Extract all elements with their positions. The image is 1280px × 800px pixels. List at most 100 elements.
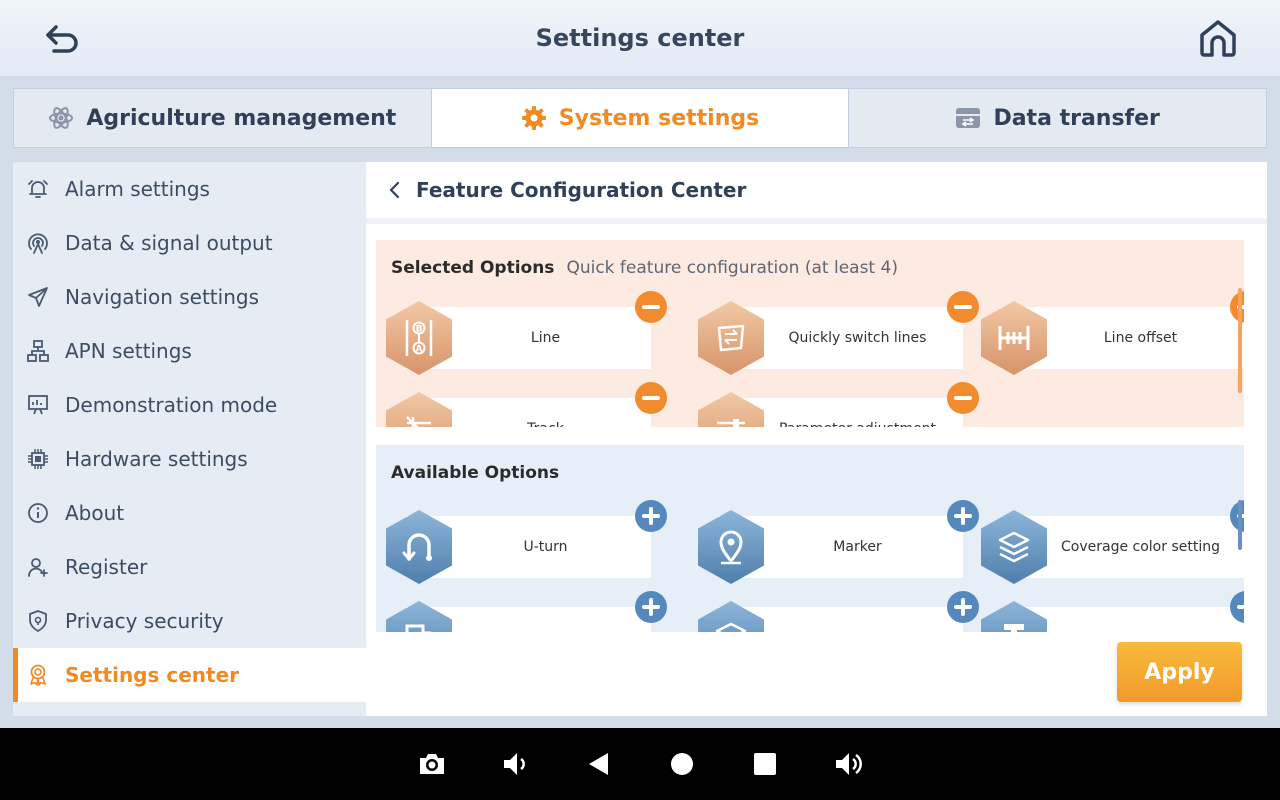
tool-icon: [981, 601, 1047, 632]
available-options-scrollbar[interactable]: [1238, 500, 1242, 550]
sidebar-item-label: Privacy security: [65, 609, 224, 633]
bell-icon: [23, 174, 53, 204]
user-add-icon: [23, 552, 53, 582]
sidebar-item-alarm-settings[interactable]: Alarm settings: [13, 162, 366, 216]
selected-options-panel[interactable]: Selected Options Quick feature configurat…: [376, 240, 1244, 427]
system-navigation-bar: [0, 728, 1280, 800]
sidebar-item-label: Settings center: [65, 663, 240, 687]
available-options-title: Available Options: [391, 463, 560, 483]
presentation-icon: [23, 390, 53, 420]
send-icon: [23, 282, 53, 312]
remove-option-button[interactable]: [635, 291, 667, 323]
minus-icon: [642, 305, 660, 309]
available-option-coverage-color-setting[interactable]: Coverage color setting: [981, 500, 1244, 584]
sidebar-item-hardware-settings[interactable]: Hardware settings: [13, 432, 366, 486]
volume-down-button[interactable]: [497, 746, 533, 782]
content-area: Feature Configuration Center Selected Op…: [366, 162, 1267, 716]
selected-options-scrollbar[interactable]: [1238, 288, 1242, 393]
plus-icon: [642, 598, 660, 616]
available-option-4[interactable]: [386, 591, 667, 632]
sidebar-item-label: Data & signal output: [65, 231, 273, 255]
minus-icon: [954, 305, 972, 309]
sidebar-item-register[interactable]: Register: [13, 540, 366, 594]
tab-system-settings[interactable]: System settings: [431, 89, 850, 147]
tab-data-transfer[interactable]: Data transfer: [849, 89, 1266, 147]
atom-icon: [49, 107, 74, 129]
sidebar-item-label: APN settings: [65, 339, 192, 363]
available-options-heading: Available Options: [391, 463, 571, 483]
plus-icon: [954, 507, 972, 525]
info-icon: [23, 498, 53, 528]
sidebar-item-label: Hardware settings: [65, 447, 248, 471]
remove-option-button[interactable]: [635, 382, 667, 414]
sidebar-item-about[interactable]: About: [13, 486, 366, 540]
selected-option-quickly-switch-lines[interactable]: Quickly switch lines: [698, 291, 979, 375]
selected-option-line-offset[interactable]: Line offset: [981, 291, 1244, 375]
add-option-button[interactable]: [947, 591, 979, 623]
nav-home-button[interactable]: [664, 746, 700, 782]
volume-up-button[interactable]: [830, 746, 866, 782]
sidebar-item-navigation-settings[interactable]: Navigation settings: [13, 270, 366, 324]
sidebar-item-label: Navigation settings: [65, 285, 259, 309]
svg-text:A: A: [416, 345, 423, 355]
tab-label: System settings: [558, 105, 760, 131]
volume-up-icon: [836, 753, 862, 775]
sidebar-item-settings-center[interactable]: Settings center: [13, 648, 366, 702]
chevron-left-icon[interactable]: [388, 180, 402, 200]
available-option-u-turn[interactable]: U-turn: [386, 500, 667, 584]
available-option-5[interactable]: [698, 591, 979, 632]
home-circle-icon: [671, 753, 693, 775]
sidebar-item-label: Demonstration mode: [65, 393, 278, 417]
sidebar-item-privacy-security[interactable]: Privacy security: [13, 594, 366, 648]
svg-text:B: B: [416, 325, 423, 335]
sidebar: Alarm settings Data & signal output Navi…: [13, 162, 366, 716]
available-option-6[interactable]: [981, 591, 1244, 632]
chip-icon: [23, 444, 53, 474]
recent-square-icon: [754, 753, 776, 775]
screenshot-button[interactable]: [414, 746, 450, 782]
selected-options-subtitle: Quick feature configuration (at least 4): [566, 258, 898, 278]
remove-option-button[interactable]: [947, 291, 979, 323]
sidebar-item-label: Alarm settings: [65, 177, 210, 201]
selected-option-line[interactable]: Line BA: [386, 291, 667, 375]
back-triangle-icon: [589, 753, 608, 775]
sidebar-item-apn-settings[interactable]: APN settings: [13, 324, 366, 378]
nav-back-button[interactable]: [580, 746, 616, 782]
sidebar-item-label: Register: [65, 555, 148, 579]
remove-option-button[interactable]: [947, 382, 979, 414]
plus-icon: [954, 598, 972, 616]
minus-icon: [642, 396, 660, 400]
apply-button[interactable]: Apply: [1117, 642, 1242, 702]
selected-options-title: Selected Options: [391, 258, 555, 278]
add-option-button[interactable]: [947, 500, 979, 532]
main-tabs: Agriculture management System settings D…: [13, 88, 1267, 148]
signal-icon: [23, 228, 53, 258]
available-options-panel[interactable]: Available Options U-turn Marker Coverage…: [376, 445, 1244, 632]
sidebar-item-demonstration-mode[interactable]: Demonstration mode: [13, 378, 366, 432]
camera-icon: [420, 754, 444, 774]
selected-option-track[interactable]: Track: [386, 382, 667, 427]
header: Settings center: [0, 0, 1280, 76]
add-option-button[interactable]: [635, 500, 667, 532]
selected-options-heading: Selected Options Quick feature configurat…: [391, 258, 898, 278]
tab-label: Data transfer: [993, 105, 1160, 131]
available-option-marker[interactable]: Marker: [698, 500, 979, 584]
home-icon: [1200, 20, 1236, 57]
database-icon: [956, 108, 981, 128]
nav-recents-button[interactable]: [747, 746, 783, 782]
content-header: Feature Configuration Center: [366, 162, 1267, 224]
add-option-button[interactable]: [635, 591, 667, 623]
tab-agriculture-management[interactable]: Agriculture management: [14, 89, 432, 147]
minus-icon: [954, 396, 972, 400]
sidebar-item-data-signal-output[interactable]: Data & signal output: [13, 216, 366, 270]
home-button[interactable]: [1196, 16, 1240, 60]
plus-icon: [642, 507, 660, 525]
network-icon: [23, 336, 53, 366]
tab-label: Agriculture management: [86, 105, 397, 131]
gear-icon: [521, 106, 546, 130]
selected-option-parameter-adjustment[interactable]: Parameter adjustment: [698, 382, 979, 427]
page-title: Settings center: [535, 24, 745, 52]
volume-down-icon: [504, 753, 525, 775]
award-icon: [23, 660, 53, 690]
content-title: Feature Configuration Center: [416, 178, 747, 202]
